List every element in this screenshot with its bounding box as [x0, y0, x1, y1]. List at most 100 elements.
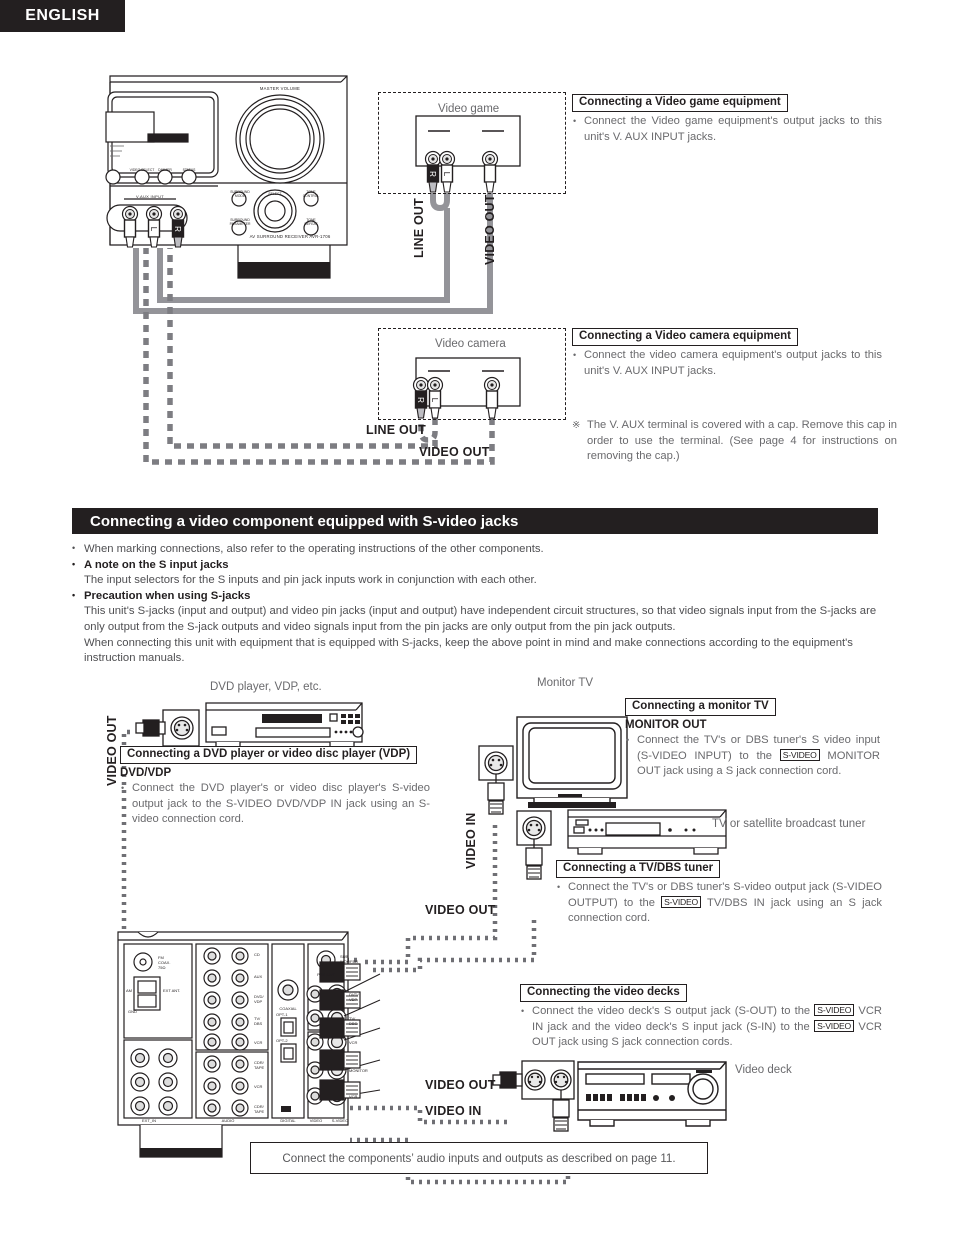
dvd-player-label: DVD player, VDP, etc.	[210, 681, 322, 693]
note-mark-icon: ※	[572, 420, 581, 431]
svg-text:AUDIO: AUDIO	[222, 1118, 235, 1123]
svg-text:CDR/: CDR/	[254, 1104, 265, 1109]
svideo-badge-tvdbs: S-VIDEO	[661, 895, 702, 908]
svg-text:AV SURROUND RECEIVER AVR-1706: AV SURROUND RECEIVER AVR-1706	[250, 234, 331, 239]
callout-video-decks-body: Connect the video deck's S output jack (…	[520, 1004, 882, 1051]
callout-monitor-tv-body: Connect the TV's or DBS tuner's S video …	[625, 733, 880, 780]
svg-text:V.AUX INPUT: V.AUX INPUT	[136, 194, 164, 199]
callout-tv-dbs-body: Connect the TV's or DBS tuner's S-video …	[556, 880, 882, 927]
deck-video-out-label: VIDEO OUT	[425, 1078, 496, 1092]
callout-video-camera: Connecting a Video camera equipment Conn…	[572, 326, 882, 379]
callout-monitor-tv-title: Connecting a monitor TV	[625, 698, 776, 716]
callout-video-game-body: Connect the Video game equipment's outpu…	[572, 114, 882, 145]
svg-text:TONE: TONE	[306, 218, 316, 222]
intro-line-6: When connecting this unit with equipment…	[84, 636, 853, 665]
callout-dvd: Connecting a DVD player or video disc pl…	[120, 744, 430, 828]
svg-text:CONTROL: CONTROL	[303, 194, 320, 198]
svg-text:PRE OUT: PRE OUT	[317, 972, 335, 977]
tv-dbs-tuner-label: TV or satellite broadcast tuner	[712, 818, 866, 830]
tvdbs-video-out-label: VIDEO OUT	[425, 903, 496, 917]
video-game-label: Video game	[438, 103, 500, 115]
callout-monitor-tv: Connecting a monitor TV MONITOR OUT Conn…	[625, 696, 880, 780]
monitor-tv-label: Monitor TV	[537, 677, 594, 689]
svg-text:COAX.: COAX.	[158, 960, 170, 965]
callout-video-decks-title: Connecting the video decks	[520, 984, 687, 1002]
svg-text:TV/: TV/	[349, 1016, 356, 1021]
video-game-line-out-label: LINE OUT	[412, 198, 426, 258]
deck-video-in-label: VIDEO IN	[425, 1104, 482, 1118]
callout-dvd-title: Connecting a DVD player or video disc pl…	[120, 746, 418, 764]
svg-text:SELECT: SELECT	[268, 192, 281, 196]
svg-text:TAPE: TAPE	[254, 1065, 264, 1070]
video-game-video-out-label: VIDEO OUT	[483, 194, 497, 265]
svg-text:DIGITAL: DIGITAL	[280, 1118, 296, 1123]
callout-tv-dbs: Connecting a TV/DBS tuner Connect the TV…	[556, 858, 882, 927]
svg-text:EXT_IN: EXT_IN	[142, 1118, 156, 1123]
svg-text:SURROUND: SURROUND	[230, 218, 250, 222]
svg-text:SUB: SUB	[340, 954, 349, 959]
intro-line-2: A note on the S input jacks	[70, 557, 882, 574]
svg-text:OPT-1: OPT-1	[276, 1012, 288, 1017]
callout-video-camera-body: Connect the video camera equipment's out…	[572, 348, 882, 379]
callout-dvd-subtitle: DVD/VDP	[120, 767, 172, 779]
svg-text:CDR/: CDR/	[254, 1060, 265, 1065]
svg-text:AUX: AUX	[254, 974, 263, 979]
svg-text:VDP: VDP	[349, 997, 358, 1002]
callout-monitor-tv-subtitle: MONITOR OUT	[625, 719, 707, 731]
svg-text:75Ω: 75Ω	[158, 965, 165, 970]
callout-video-decks: Connecting the video decks Connect the v…	[520, 982, 882, 1051]
callout-video-game: Connecting a Video game equipment Connec…	[572, 92, 882, 145]
svg-text:DIMMER: DIMMER	[158, 168, 172, 172]
svg-text:TONE: TONE	[306, 190, 316, 194]
svg-text:VDP: VDP	[254, 999, 263, 1004]
intro-line-1: When marking connections, also refer to …	[70, 541, 882, 558]
svg-text:WOOFER: WOOFER	[340, 959, 358, 964]
svg-text:AM: AM	[126, 988, 132, 993]
language-tab: ENGLISH	[0, 0, 125, 32]
callout-video-game-title: Connecting a Video game equipment	[572, 94, 788, 112]
section-header-title: Connecting a video component equipped wi…	[90, 512, 519, 530]
svg-text:COAXIAL: COAXIAL	[279, 1006, 297, 1011]
svideo-badge-vcr-out: S-VIDEO	[814, 1019, 855, 1032]
svg-text:GND: GND	[128, 1009, 137, 1014]
svg-text:MODE: MODE	[235, 194, 246, 198]
svg-text:S-VIDEO: S-VIDEO	[332, 1118, 348, 1123]
section-intro-text: When marking connections, also refer to …	[70, 541, 882, 667]
svg-text:PARAMETER: PARAMETER	[230, 222, 251, 226]
vaux-cap-note: ※ The V. AUX terminal is covered with a …	[572, 418, 897, 465]
video-camera-video-out-label: VIDEO OUT	[419, 445, 490, 459]
svg-text:VCR: VCR	[254, 1084, 263, 1089]
svg-text:DBS: DBS	[349, 1021, 358, 1026]
svg-text:VCR: VCR	[349, 1040, 358, 1045]
svideo-badge-vcr-in: S-VIDEO	[814, 1004, 855, 1016]
language-tab-label: ENGLISH	[25, 7, 100, 24]
footer-note-text: Connect the components’ audio inputs and…	[282, 1151, 676, 1165]
callout-dvd-body: Connect the DVD player's or video disc p…	[120, 781, 430, 828]
svg-text:EXT ANT.: EXT ANT.	[163, 988, 180, 993]
callout-tv-dbs-title: Connecting a TV/DBS tuner	[556, 860, 721, 878]
svg-text:SURROUND: SURROUND	[230, 190, 250, 194]
intro-line-3: The input selectors for the S inputs and…	[84, 574, 537, 587]
svg-text:DEFEAT: DEFEAT	[304, 222, 317, 226]
monitor-video-in-label: VIDEO IN	[464, 812, 478, 869]
callout-video-decks-body-part1: Connect the video deck's S output jack (…	[532, 1005, 811, 1017]
svg-text:STATUS: STATUS	[183, 168, 197, 172]
intro-line-5: This unit's S-jacks (input and output) a…	[84, 605, 877, 633]
svg-text:DVD/: DVD/	[254, 994, 264, 999]
svg-text:L: L	[149, 227, 158, 232]
video-camera-line-out-label: LINE OUT	[366, 423, 426, 437]
svg-text:FM: FM	[158, 955, 164, 960]
dvd-video-out-label: VIDEO OUT	[105, 715, 119, 786]
footer-note-box: Connect the components’ audio inputs and…	[250, 1142, 708, 1174]
svg-text:CD: CD	[254, 952, 260, 957]
svg-text:VCR: VCR	[349, 1094, 358, 1099]
video-camera-label: Video camera	[435, 338, 506, 350]
svg-text:VIDEO SELECT: VIDEO SELECT	[130, 168, 155, 172]
svg-text:DBS: DBS	[254, 1021, 263, 1026]
section-header: Connecting a video component equipped wi…	[72, 508, 878, 534]
intro-line-4: Precaution when using S-jacks	[70, 588, 882, 605]
svg-text:VCR: VCR	[254, 1040, 263, 1045]
svg-text:MASTER VOLUME: MASTER VOLUME	[260, 86, 300, 91]
callout-video-camera-title: Connecting a Video camera equipment	[572, 328, 798, 346]
video-deck-label: Video deck	[735, 1064, 792, 1076]
